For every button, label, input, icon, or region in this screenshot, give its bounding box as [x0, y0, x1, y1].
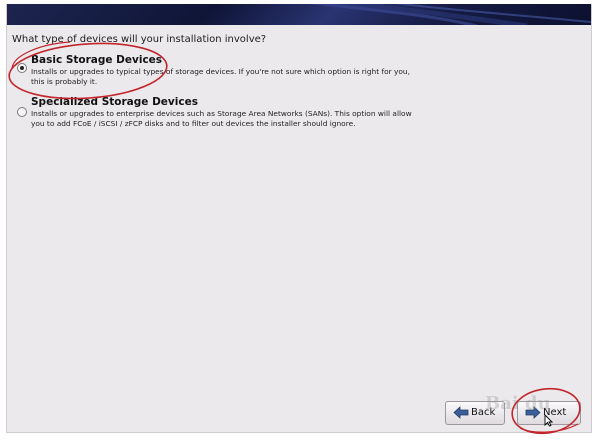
option-description-line-2: this is probably it. — [31, 77, 98, 86]
header-banner — [7, 4, 591, 25]
arrow-left-icon — [453, 406, 469, 419]
watermark: Bai du — [485, 393, 551, 414]
option-title: Basic Storage Devices — [31, 54, 163, 66]
radio-basic-storage[interactable] — [17, 63, 27, 73]
radio-selected-dot — [20, 66, 24, 70]
radio-specialized-storage[interactable] — [17, 107, 27, 117]
option-basic-storage[interactable]: Basic Storage Devices Installs or upgrad… — [7, 52, 591, 88]
option-description-line-1: Installs or upgrades to typical types of… — [31, 67, 410, 76]
mouse-cursor-icon — [544, 414, 553, 427]
option-description-line-2: you to add FCoE / iSCSI / zFCP disks and… — [31, 119, 356, 128]
option-description-line-1: Installs or upgrades to enterprise devic… — [31, 109, 412, 118]
question-text: What type of devices will your installat… — [12, 34, 267, 45]
option-specialized-storage[interactable]: Specialized Storage Devices Installs or … — [7, 96, 591, 132]
option-title: Specialized Storage Devices — [31, 96, 198, 108]
installer-window: What type of devices will your installat… — [6, 4, 592, 433]
